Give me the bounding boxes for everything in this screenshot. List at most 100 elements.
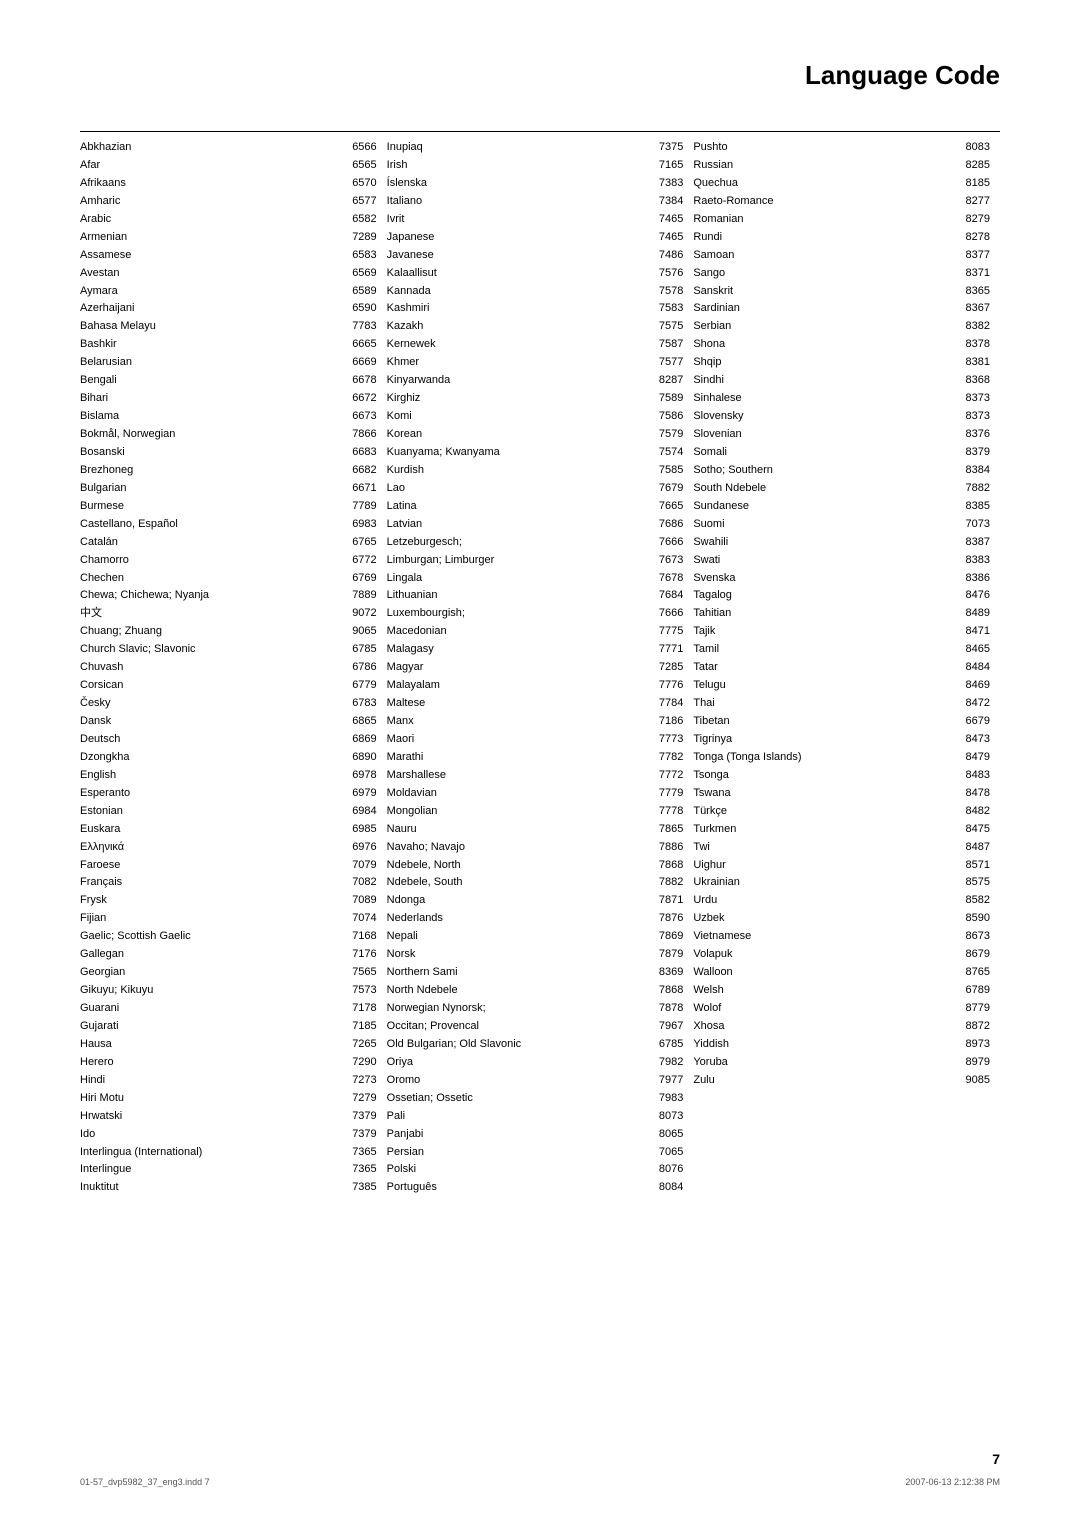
language-code: 7074 [339, 911, 377, 927]
language-code: 6785 [645, 1037, 683, 1053]
language-name: Somali [693, 445, 952, 461]
language-name: Inupiaq [387, 140, 646, 156]
language-code: 8373 [952, 391, 990, 407]
footer-date: 2007-06-13 2:12:38 PM [905, 1477, 1000, 1487]
list-item: Macedonian7775 [387, 624, 684, 640]
language-name: Samoan [693, 248, 952, 264]
language-code: 7289 [339, 230, 377, 246]
list-item: Ido7379 [80, 1127, 377, 1143]
language-name: Sundanese [693, 499, 952, 515]
list-item: Polski8076 [387, 1162, 684, 1178]
list-item: Hindi7273 [80, 1073, 377, 1089]
language-code: 8484 [952, 660, 990, 676]
list-item: Sardinian8367 [693, 301, 990, 317]
list-item: Gikuyu; Kikuyu7573 [80, 983, 377, 999]
list-item: Inuktitut7385 [80, 1180, 377, 1196]
language-code: 7684 [645, 588, 683, 604]
language-code: 8185 [952, 176, 990, 192]
language-code: 7886 [645, 840, 683, 856]
language-code: 7265 [339, 1037, 377, 1053]
list-item: Tamil8465 [693, 642, 990, 658]
language-name: Sinhalese [693, 391, 952, 407]
list-item: Aymara6589 [80, 284, 377, 300]
language-name: Oriya [387, 1055, 646, 1071]
language-name: Uzbek [693, 911, 952, 927]
language-code: 7384 [645, 194, 683, 210]
language-name: Hiri Motu [80, 1091, 339, 1107]
list-item: Maltese7784 [387, 696, 684, 712]
language-code: 6683 [339, 445, 377, 461]
language-code: 7889 [339, 588, 377, 604]
language-name: Twi [693, 840, 952, 856]
list-item: Swati8383 [693, 553, 990, 569]
language-code: 7465 [645, 230, 683, 246]
language-code: 6779 [339, 678, 377, 694]
language-code: 7079 [339, 858, 377, 874]
language-code: 7379 [339, 1127, 377, 1143]
language-code: 9065 [339, 624, 377, 640]
language-table: Abkhazian6566Afar6565Afrikaans6570Amhari… [80, 140, 1000, 1198]
language-code: 7775 [645, 624, 683, 640]
language-code: 9085 [952, 1073, 990, 1089]
list-item: Urdu8582 [693, 893, 990, 909]
language-code: 6865 [339, 714, 377, 730]
language-name: Bihari [80, 391, 339, 407]
list-item: Tibetan6679 [693, 714, 990, 730]
language-name: Bengali [80, 373, 339, 389]
list-item: Gaelic; Scottish Gaelic7168 [80, 929, 377, 945]
language-name: Bosanski [80, 445, 339, 461]
language-code: 7579 [645, 427, 683, 443]
language-code: 6671 [339, 481, 377, 497]
language-code: 8384 [952, 463, 990, 479]
column-1: Abkhazian6566Afar6565Afrikaans6570Amhari… [80, 140, 387, 1198]
list-item: Telugu8469 [693, 678, 990, 694]
language-name: Ndebele, South [387, 875, 646, 891]
language-code: 6583 [339, 248, 377, 264]
list-item: Raeto-Romance8277 [693, 194, 990, 210]
list-item: Marathi7782 [387, 750, 684, 766]
list-item: Türkçe8482 [693, 804, 990, 820]
language-code: 7176 [339, 947, 377, 963]
language-code: 7784 [645, 696, 683, 712]
list-item: Church Slavic; Slavonic6785 [80, 642, 377, 658]
list-item: Faroese7079 [80, 858, 377, 874]
language-code: 8575 [952, 875, 990, 891]
language-name: Kazakh [387, 319, 646, 335]
language-code: 7279 [339, 1091, 377, 1107]
list-item: Uighur8571 [693, 858, 990, 874]
language-code: 7589 [645, 391, 683, 407]
language-code: 8679 [952, 947, 990, 963]
list-item: Javanese7486 [387, 248, 684, 264]
language-name: Yoruba [693, 1055, 952, 1071]
list-item: Kirghiz7589 [387, 391, 684, 407]
language-name: Ido [80, 1127, 339, 1143]
language-name: Oromo [387, 1073, 646, 1089]
language-name: Tamil [693, 642, 952, 658]
language-code: 7686 [645, 517, 683, 533]
language-code: 6869 [339, 732, 377, 748]
language-code: 7577 [645, 355, 683, 371]
language-name: Zulu [693, 1073, 952, 1089]
list-item: Sundanese8385 [693, 499, 990, 515]
language-name: Avestan [80, 266, 339, 282]
language-code: 7383 [645, 176, 683, 192]
language-code: 7585 [645, 463, 683, 479]
language-code: 7771 [645, 642, 683, 658]
list-item: Yoruba8979 [693, 1055, 990, 1071]
language-code: 7575 [645, 319, 683, 335]
language-name: Tonga (Tonga Islands) [693, 750, 952, 766]
language-name: Brezhoneg [80, 463, 339, 479]
language-code: 8378 [952, 337, 990, 353]
list-item: Bosanski6683 [80, 445, 377, 461]
language-code: 8479 [952, 750, 990, 766]
language-code: 6785 [339, 642, 377, 658]
language-name: Guarani [80, 1001, 339, 1017]
list-item: Tahitian8489 [693, 606, 990, 622]
list-item: Navaho; Navajo7886 [387, 840, 684, 856]
language-name: Sango [693, 266, 952, 282]
language-code: 6577 [339, 194, 377, 210]
language-name: Tsonga [693, 768, 952, 784]
language-name: Sanskrit [693, 284, 952, 300]
list-item: Turkmen8475 [693, 822, 990, 838]
list-item: Ossetian; Ossetic7983 [387, 1091, 684, 1107]
